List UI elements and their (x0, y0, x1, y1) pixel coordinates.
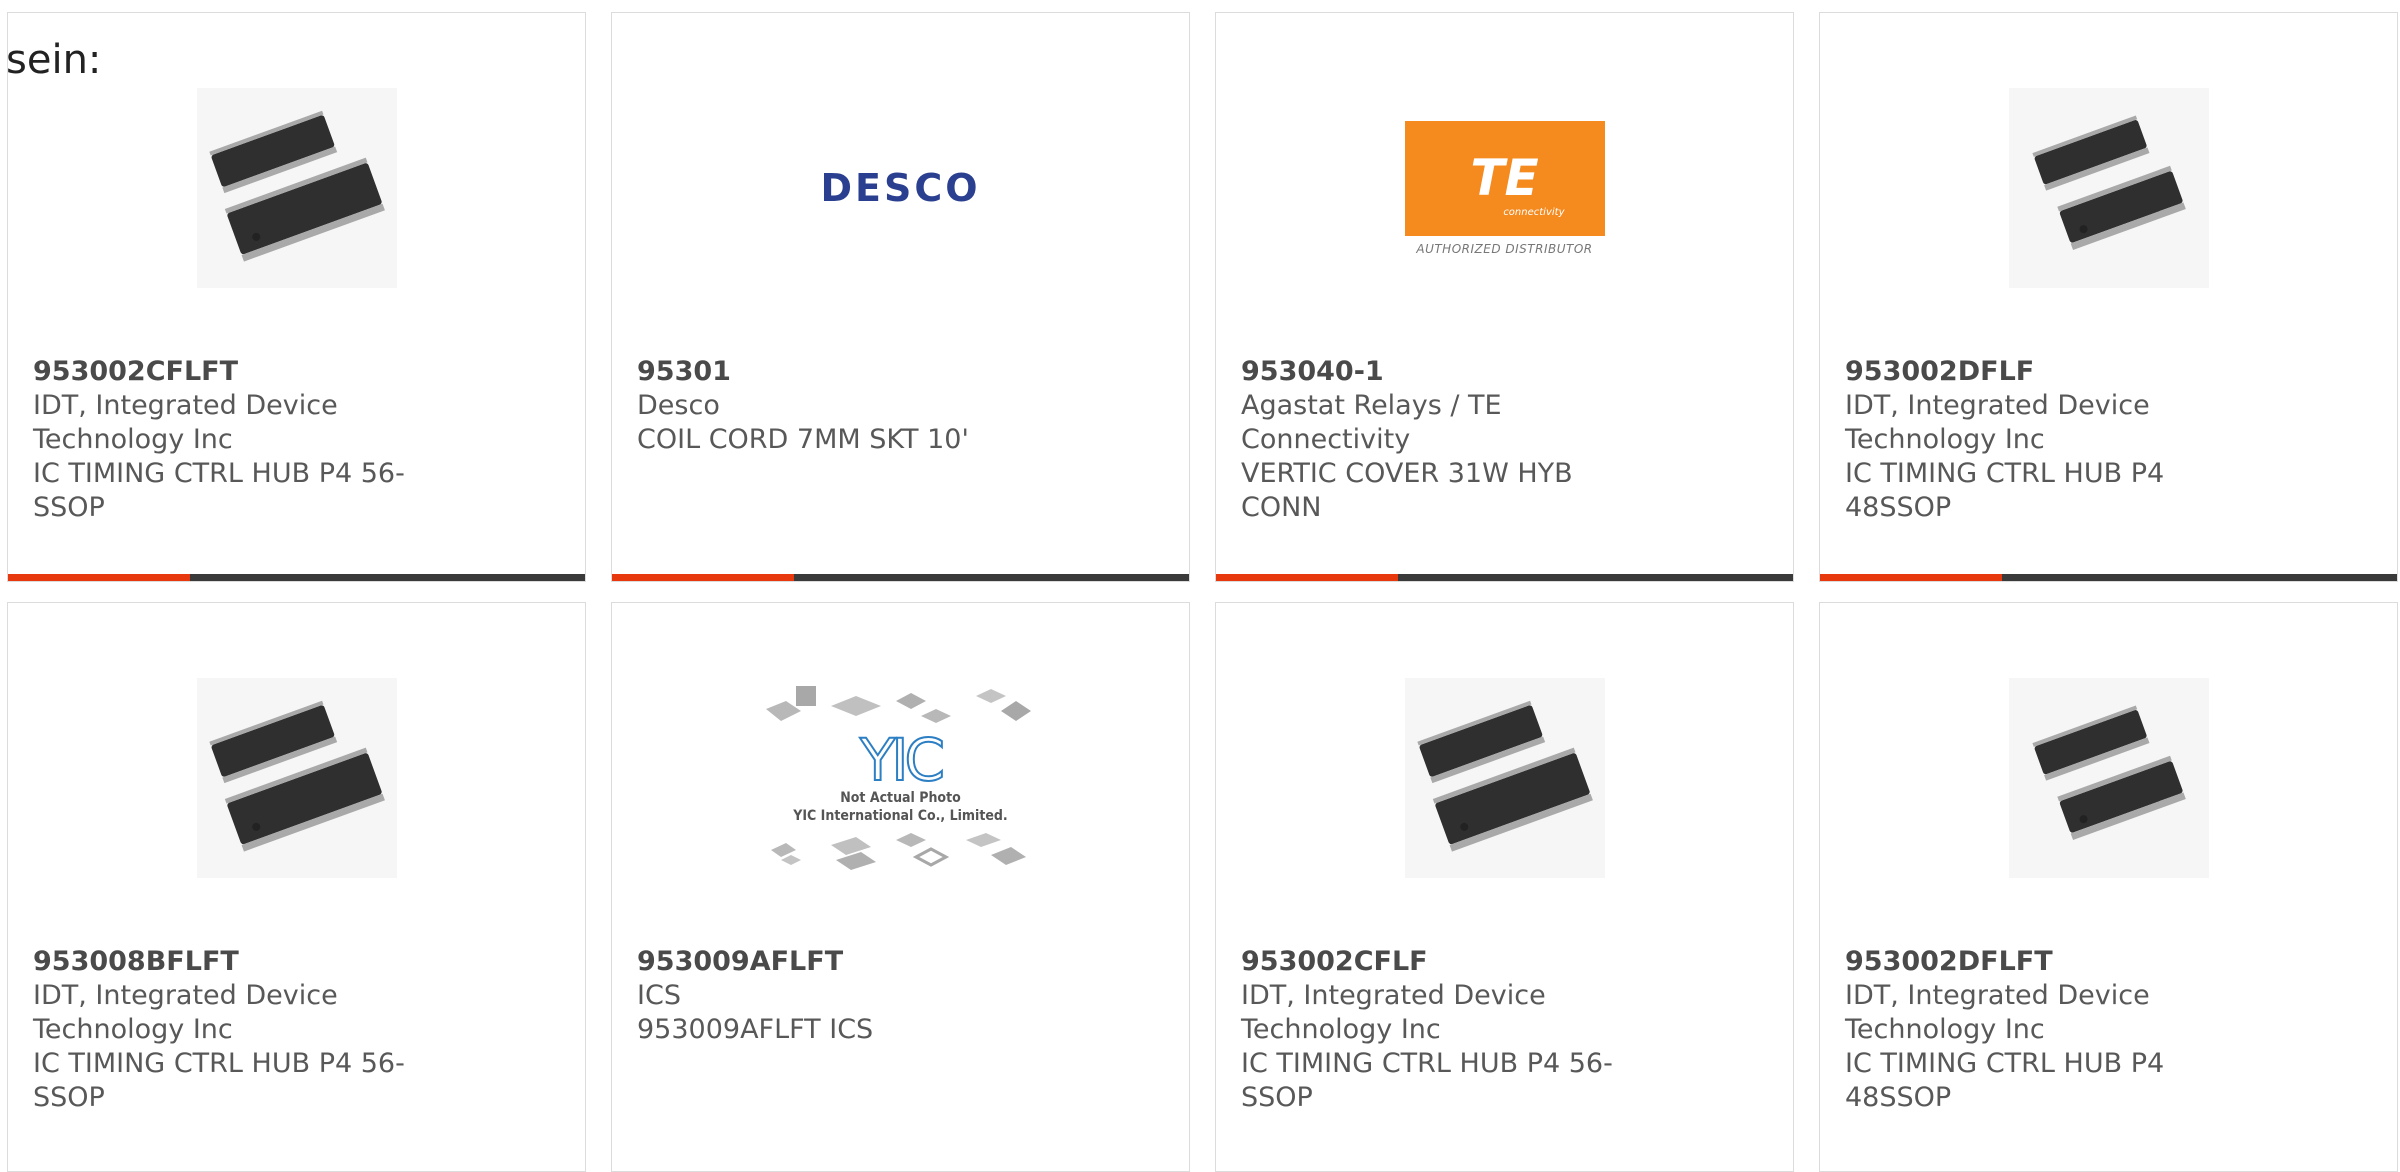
component-thumbnails-icon (770, 833, 1026, 870)
card-progress-bar (1820, 574, 2397, 581)
part-number[interactable]: 953002CFLF (1241, 945, 1621, 979)
te-logo-sub: connectivity (1503, 206, 1565, 218)
te-connectivity-logo: TE connectivity AUTHORIZED DISTRIBUTOR (1404, 120, 1605, 256)
chip-ssop-icon (196, 88, 397, 288)
yic-placeholder-image: YIC Not Actual Photo YIC International C… (761, 681, 1041, 875)
description: IC TIMING CTRL HUB P4 56-SSOP (33, 1048, 405, 1113)
yic-caption-line1: Not Actual Photo (840, 790, 961, 806)
product-card[interactable]: 953002DFLFT IDT, Integrated Device Techn… (1819, 602, 2398, 1172)
chip-ssop-icon (1404, 678, 1605, 878)
description: IC TIMING CTRL HUB P4 48SSOP (1845, 1048, 2165, 1113)
product-card[interactable]: YIC Not Actual Photo YIC International C… (611, 602, 1190, 1172)
chip-ssop-icon (2008, 88, 2209, 288)
intro-text: sein: (6, 37, 102, 83)
card-progress-bar (612, 574, 1189, 581)
product-card[interactable]: 953008BFLFT IDT, Integrated Device Techn… (7, 602, 586, 1172)
description: COIL CORD 7MM SKT 10' (637, 424, 969, 455)
product-image[interactable]: YIC Not Actual Photo YIC International C… (612, 673, 1189, 883)
product-card[interactable]: 953002CFLFT IDT, Integrated Device Techn… (7, 12, 586, 582)
desco-logo: DESCO (820, 166, 981, 210)
manufacturer: Agastat Relays / TE Connectivity (1241, 390, 1502, 455)
product-image[interactable] (1820, 673, 2397, 883)
component-thumbnails-icon (765, 686, 1031, 723)
description: 953009AFLFT ICS (637, 1014, 874, 1045)
product-card[interactable]: 953002CFLF IDT, Integrated Device Techno… (1215, 602, 1794, 1172)
part-number[interactable]: 953002DFLFT (1845, 945, 2225, 979)
description: IC TIMING CTRL HUB P4 56-SSOP (1241, 1048, 1613, 1113)
description: IC TIMING CTRL HUB P4 56-SSOP (33, 458, 405, 523)
manufacturer: IDT, Integrated Device Technology Inc (33, 390, 338, 455)
product-grid: 953002CFLFT IDT, Integrated Device Techn… (7, 12, 2400, 1172)
yic-logo: YIC (859, 726, 946, 794)
product-card[interactable]: TE connectivity AUTHORIZED DISTRIBUTOR 9… (1215, 12, 1794, 582)
product-image[interactable]: TE connectivity AUTHORIZED DISTRIBUTOR (1216, 83, 1793, 293)
description: VERTIC COVER 31W HYB CONN (1241, 458, 1573, 523)
card-progress-bar (1216, 574, 1793, 581)
chip-ssop-icon (2008, 678, 2209, 878)
part-number[interactable]: 953002CFLFT (33, 355, 413, 389)
part-number[interactable]: 953009AFLFT (637, 945, 1017, 979)
manufacturer: IDT, Integrated Device Technology Inc (1845, 390, 2150, 455)
part-number[interactable]: 953008BFLFT (33, 945, 413, 979)
product-image[interactable] (1820, 83, 2397, 293)
product-image[interactable] (8, 83, 585, 293)
manufacturer: IDT, Integrated Device Technology Inc (33, 980, 338, 1045)
te-logo-caption: AUTHORIZED DISTRIBUTOR (1416, 241, 1593, 256)
manufacturer: IDT, Integrated Device Technology Inc (1845, 980, 2150, 1045)
product-image[interactable]: DESCO (612, 83, 1189, 293)
chip-ssop-icon (196, 678, 397, 878)
part-number[interactable]: 953040-1 (1241, 355, 1621, 389)
part-number[interactable]: 95301 (637, 355, 1017, 389)
product-image[interactable] (8, 673, 585, 883)
product-image[interactable] (1216, 673, 1793, 883)
yic-caption-line2: YIC International Co., Limited. (793, 808, 1008, 824)
product-card[interactable]: 953002DFLF IDT, Integrated Device Techno… (1819, 12, 2398, 582)
part-number[interactable]: 953002DFLF (1845, 355, 2225, 389)
description: IC TIMING CTRL HUB P4 48SSOP (1845, 458, 2165, 523)
manufacturer: IDT, Integrated Device Technology Inc (1241, 980, 1546, 1045)
te-logo-text: TE (1470, 149, 1539, 207)
manufacturer: ICS (637, 980, 681, 1011)
product-card[interactable]: DESCO 95301 Desco COIL CORD 7MM SKT 10' (611, 12, 1190, 582)
manufacturer: Desco (637, 390, 720, 421)
card-progress-bar (8, 574, 585, 581)
